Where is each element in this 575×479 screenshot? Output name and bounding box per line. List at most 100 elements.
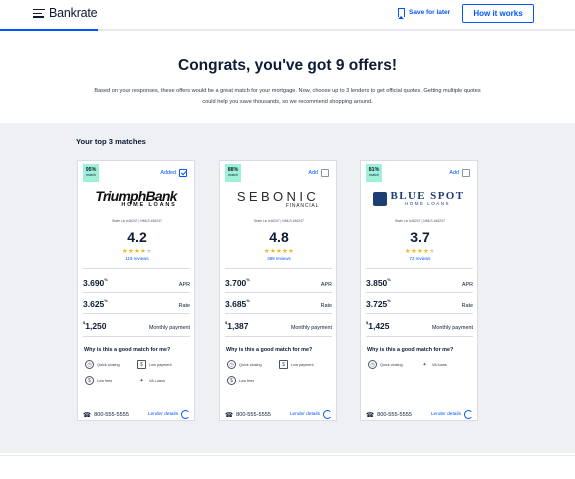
match-label: match <box>228 173 238 177</box>
page-subtitle: Based on your responses, these offers wo… <box>94 88 481 105</box>
bottom-bar <box>0 455 575 479</box>
phone-link[interactable]: ☎ 800-555-5555 <box>225 411 271 419</box>
stopwatch-icon: ◷ <box>368 360 377 369</box>
add-checkbox[interactable] <box>179 169 187 177</box>
divider <box>366 268 473 269</box>
divider <box>366 336 473 337</box>
document-dollar-icon: $ <box>279 360 288 369</box>
refresh-icon <box>181 410 190 419</box>
lender-details-link[interactable]: Lender details <box>431 410 473 419</box>
payment-value: 1,387 <box>227 321 249 331</box>
divider <box>225 268 332 269</box>
card-footer: ☎ 800-555-5555 Lender details <box>225 410 332 419</box>
divider <box>366 313 473 314</box>
star-rating: ★★★★★ <box>404 248 436 255</box>
feature-item: ◷ Quick closing <box>227 360 262 369</box>
add-toggle[interactable]: Added <box>160 169 187 177</box>
how-it-works-button[interactable]: How it works <box>462 4 534 23</box>
save-for-later-button[interactable]: Save for later <box>398 8 450 19</box>
match-badge: 81% match <box>366 164 382 182</box>
rate-row: 3.685% Rate <box>225 298 332 309</box>
divider <box>225 336 332 337</box>
apr-row: 3.690% APR <box>83 277 190 288</box>
payment-value: 1,250 <box>85 321 107 331</box>
payment-label: Monthly payment <box>431 325 473 331</box>
feature-label: Low fees <box>97 378 113 383</box>
refresh-icon <box>323 410 332 419</box>
feature-label: Low fees <box>239 378 255 383</box>
bankrate-logo[interactable]: Bankrate <box>49 6 98 20</box>
phone-number: 800-555-5555 <box>236 411 271 418</box>
feature-label: VA Loans <box>149 378 165 383</box>
feature-label: Quick closing <box>239 362 262 367</box>
lender-details-link[interactable]: Lender details <box>290 410 332 419</box>
feature-label: Quick closing <box>380 362 403 367</box>
rate-row: 3.725% Rate <box>366 298 473 309</box>
payment-value: 1,425 <box>368 321 390 331</box>
feature-item: ◷ Quick closing <box>368 360 403 369</box>
lender-card: 81% match Add BLUE SPOT HOME LOANS State… <box>360 160 478 421</box>
reviews-link[interactable]: 72 reviews <box>361 256 479 261</box>
license-info: State Lic #46247 | NMLS #46247 <box>395 219 445 223</box>
divider <box>83 313 190 314</box>
lender-logo: BLUE SPOT HOME LOANS <box>369 188 469 210</box>
feature-item: $ Low payment <box>137 360 172 369</box>
phone-link[interactable]: ☎ 800-555-5555 <box>83 411 129 419</box>
divider <box>83 336 190 337</box>
star-rating: ★★★★★ <box>121 248 153 255</box>
lender-details-label: Lender details <box>289 412 320 417</box>
add-toggle[interactable]: Add <box>308 169 329 177</box>
rate-label: Rate <box>178 303 190 309</box>
feature-item: ✦ VA loans <box>420 360 447 369</box>
payment-row: $1,387 Monthly payment <box>225 320 332 331</box>
match-label: match <box>369 173 379 177</box>
feature-label: VA loans <box>432 362 447 367</box>
add-label: Added <box>160 170 176 176</box>
rate-label: Rate <box>320 303 332 309</box>
why-good-match: Why is this a good match for me? <box>367 347 454 353</box>
divider <box>83 268 190 269</box>
logo-text-main: TriumphBank <box>95 188 177 205</box>
apr-value: 3.850 <box>366 278 388 288</box>
top-header: Bankrate Save for later How it works <box>0 0 575 31</box>
lender-logo: SEBONIC FINANCIAL <box>228 188 328 210</box>
add-toggle[interactable]: Add <box>449 169 470 177</box>
feature-label: Quick closing <box>97 362 120 367</box>
feature-label: Low payment <box>291 362 314 367</box>
match-badge: 95% match <box>83 164 99 182</box>
add-label: Add <box>308 170 318 176</box>
divider <box>225 292 332 293</box>
add-checkbox[interactable] <box>462 169 470 177</box>
lender-details-link[interactable]: Lender details <box>148 410 190 419</box>
va-eagle-icon: ✦ <box>422 361 427 368</box>
house-icon <box>373 192 388 206</box>
lender-details-label: Lender details <box>430 412 461 417</box>
reviews-link[interactable]: 119 reviews <box>78 256 196 261</box>
rate-value: 3.685 <box>225 299 247 309</box>
rate-value: 3.725 <box>366 299 388 309</box>
dollar-circle-icon: $ <box>85 376 94 385</box>
progress-bar <box>0 29 575 31</box>
reviews-link[interactable]: 389 reviews <box>220 256 338 261</box>
page-title: Congrats, you've got 9 offers! <box>178 57 397 74</box>
progress-bar-fill <box>0 29 98 31</box>
apr-value: 3.700 <box>225 278 247 288</box>
feature-item: $ Low fees <box>85 376 112 385</box>
add-checkbox[interactable] <box>321 169 329 177</box>
phone-link[interactable]: ☎ 800-555-5555 <box>366 411 412 419</box>
feature-item: $ Low fees <box>227 376 254 385</box>
payment-row: $1,250 Monthly payment <box>83 320 190 331</box>
lender-card: 88% match Add SEBONIC FINANCIAL State Li… <box>219 160 337 421</box>
logo-text-sub: HOME LOANS <box>404 201 450 207</box>
payment-label: Monthly payment <box>290 325 332 331</box>
phone-icon: ☎ <box>366 411 375 419</box>
rate-value: 3.625 <box>83 299 105 309</box>
license-info: State Lic #46247 | NMLS #46247 <box>112 219 162 223</box>
phone-icon: ☎ <box>225 411 234 419</box>
menu-icon[interactable] <box>33 9 45 18</box>
rating-value: 4.8 <box>269 229 289 245</box>
payment-label: Monthly payment <box>148 325 190 331</box>
lender-card: 95% match Added TriumphBank HOME LOANS S… <box>77 160 195 421</box>
logo-text-sub: FINANCIAL <box>285 202 320 209</box>
match-badge: 88% match <box>225 164 241 182</box>
